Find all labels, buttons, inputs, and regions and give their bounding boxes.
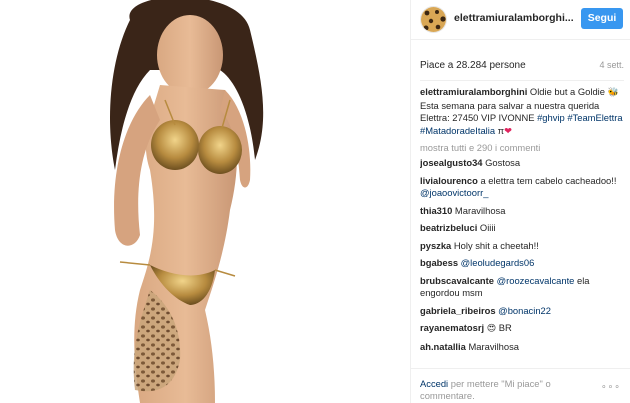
follow-button[interactable]: Segui: [581, 8, 623, 29]
comment-item: ah.natallia Maravilhosa: [420, 341, 624, 354]
hashtag-link[interactable]: #TeamElettra: [567, 112, 622, 123]
comment-item: josealgusto34 Gostosa: [420, 157, 624, 170]
post-caption: elettramiuralamborghini Oldie but a Gold…: [420, 86, 624, 138]
comment-username[interactable]: pyszka: [420, 240, 451, 251]
caption-username[interactable]: elettramiuralamborghini: [420, 86, 527, 97]
comment-username[interactable]: bgabess: [420, 257, 458, 268]
comment-item: bgabess @leoludegards06: [420, 257, 624, 270]
comment-text: Maravilhosa: [454, 204, 506, 216]
mention-link[interactable]: @roozecavalcante: [497, 275, 575, 286]
caption-text: Oldie but a Goldie: [527, 86, 608, 97]
comment-username[interactable]: livialourenco: [420, 175, 478, 186]
login-link[interactable]: Accedi: [420, 378, 448, 389]
hashtag-link[interactable]: #MatadoradeItalia: [420, 125, 495, 136]
comment-username[interactable]: josealgusto34: [420, 157, 483, 168]
comment-item: gabriela_ribeiros @bonacin22: [420, 305, 624, 318]
post-photo-image: [110, 0, 264, 403]
comment-username[interactable]: rayanematosrj: [420, 322, 484, 333]
comment-username[interactable]: brubscavalcante: [420, 275, 494, 286]
post-details-panel: elettramiuralamborghi... Segui Piace a 2…: [411, 0, 630, 403]
post-author-username[interactable]: elettramiuralamborghi...: [454, 12, 574, 24]
comment-username[interactable]: ah.natallia: [420, 341, 466, 352]
login-prompt: Accedi per mettere "Mi piace" o commenta…: [420, 378, 590, 402]
comment-text: BR: [496, 322, 512, 333]
comment-item: livialourenco a elettra tem cabelo cache…: [420, 175, 624, 200]
mention-link[interactable]: @leoludegards06: [461, 257, 535, 268]
comment-username[interactable]: thia310: [420, 205, 452, 216]
divider: [420, 80, 624, 81]
show-all-comments-link[interactable]: mostra tutti e 290 i commenti: [420, 142, 624, 154]
leopard-avatar-icon: [421, 7, 446, 32]
mention-link[interactable]: @bonacin22: [498, 305, 551, 316]
more-options-icon[interactable]: ∘∘∘: [601, 381, 621, 392]
avatar[interactable]: [420, 6, 447, 33]
caption-text: π: [495, 124, 505, 136]
comment-item: beatrizbeluci Oiiii: [420, 222, 624, 235]
comment-text: Gostosa: [485, 157, 521, 168]
post-stats: Piace a 28.284 persone 4 sett.: [420, 60, 624, 76]
comment-text: Maravilhosa: [468, 340, 520, 352]
heart-eyes-emoji-icon: 😍: [486, 324, 497, 334]
comments-list: elettramiuralamborghini Oldie but a Gold…: [420, 86, 624, 366]
post-photo[interactable]: [0, 0, 411, 403]
comment-item: brubscavalcante @roozecavalcante ela eng…: [420, 275, 624, 300]
bee-emoji-icon: 🐝: [607, 88, 619, 98]
post-footer: Accedi per mettere "Mi piace" o commenta…: [411, 368, 630, 403]
comment-username[interactable]: gabriela_ribeiros: [420, 305, 496, 316]
hashtag-link[interactable]: #ghvip: [537, 112, 565, 123]
comment-text: Oiiii: [479, 222, 496, 233]
comment-item: pyszka Holy shit a cheetah!!: [420, 240, 624, 253]
comment-item: thia310 Maravilhosa: [420, 205, 624, 218]
comment-username[interactable]: beatrizbeluci: [420, 222, 477, 233]
comment-item: rayanematosrj 😍 BR: [420, 322, 624, 336]
heart-emoji-icon: ❤: [504, 125, 512, 137]
mention-link[interactable]: @joaoovictoorr_: [420, 187, 488, 198]
comment-text: Holy shit a cheetah!!: [453, 239, 539, 251]
comment-text: a elettra tem cabelo cacheadoo!!: [480, 174, 617, 186]
post-header: elettramiuralamborghi... Segui: [411, 0, 630, 40]
post-age[interactable]: 4 sett.: [599, 60, 624, 70]
likes-count: Piace a 28.284 persone: [420, 60, 526, 71]
